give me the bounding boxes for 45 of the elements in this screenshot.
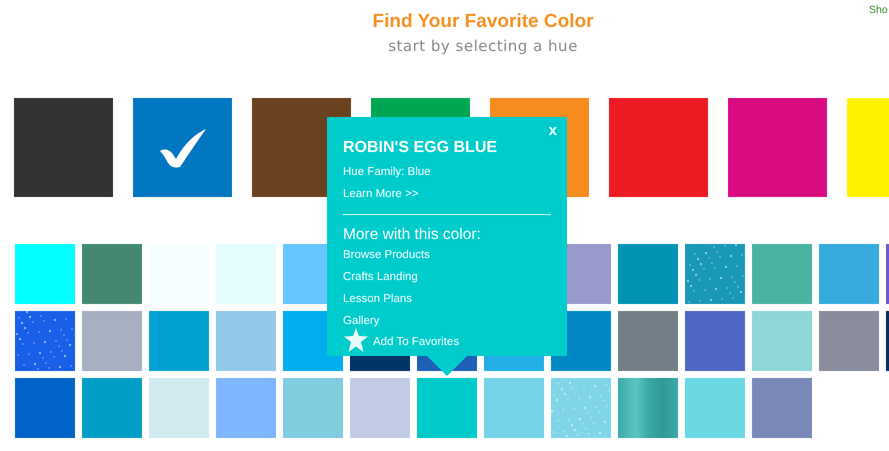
color-swatch[interactable] [752,311,812,371]
color-name: ROBIN'S EGG BLUE [343,139,498,157]
popup-link[interactable]: Browse Products [343,248,551,262]
color-swatch[interactable] [15,378,75,438]
color-swatch[interactable] [15,244,75,304]
color-swatch[interactable] [685,244,745,304]
color-swatch[interactable] [216,244,276,304]
page-title: Find Your Favorite Color [372,10,594,34]
color-swatch[interactable] [216,311,276,371]
color-swatch[interactable] [149,378,209,438]
hue-swatch[interactable] [14,98,113,197]
color-swatch[interactable] [15,311,75,371]
add-favorites-link[interactable]: Add To Favorites [373,334,460,352]
color-swatch[interactable] [819,244,879,304]
color-swatch[interactable] [149,311,209,371]
color-swatch[interactable] [82,378,142,438]
color-swatch[interactable] [216,378,276,438]
color-swatch[interactable] [752,378,812,438]
color-swatch[interactable] [618,378,678,438]
hue-swatch[interactable] [133,98,232,197]
color-swatch[interactable] [685,378,745,438]
hue-family: Hue Family: Blue [343,165,432,179]
color-swatch[interactable] [417,378,477,438]
hue-swatch[interactable] [609,98,708,197]
popup-link[interactable]: Gallery [343,314,551,328]
popup-link[interactable]: Lesson Plans [343,292,551,306]
color-swatch[interactable] [618,244,678,304]
color-swatch[interactable] [484,378,544,438]
learn-more-link[interactable]: Learn More >> [343,187,551,201]
color-swatch[interactable] [283,378,343,438]
color-swatch[interactable] [551,378,611,438]
color-swatch[interactable] [752,244,812,304]
star-icon[interactable] [343,327,369,353]
section-heading: More with this color: [343,225,482,245]
page-subtitle: start by selecting a hue [388,37,578,55]
color-swatch[interactable] [350,378,410,438]
color-swatch[interactable] [82,311,142,371]
color-swatch[interactable] [685,311,745,371]
color-swatch[interactable] [618,311,678,371]
close-button[interactable]: x [548,123,557,139]
hue-swatch[interactable] [728,98,827,197]
popup-link[interactable]: Crafts Landing [343,270,551,284]
color-swatch[interactable] [82,244,142,304]
corner-link[interactable]: Sho [869,3,888,19]
color-swatch[interactable] [819,311,879,371]
